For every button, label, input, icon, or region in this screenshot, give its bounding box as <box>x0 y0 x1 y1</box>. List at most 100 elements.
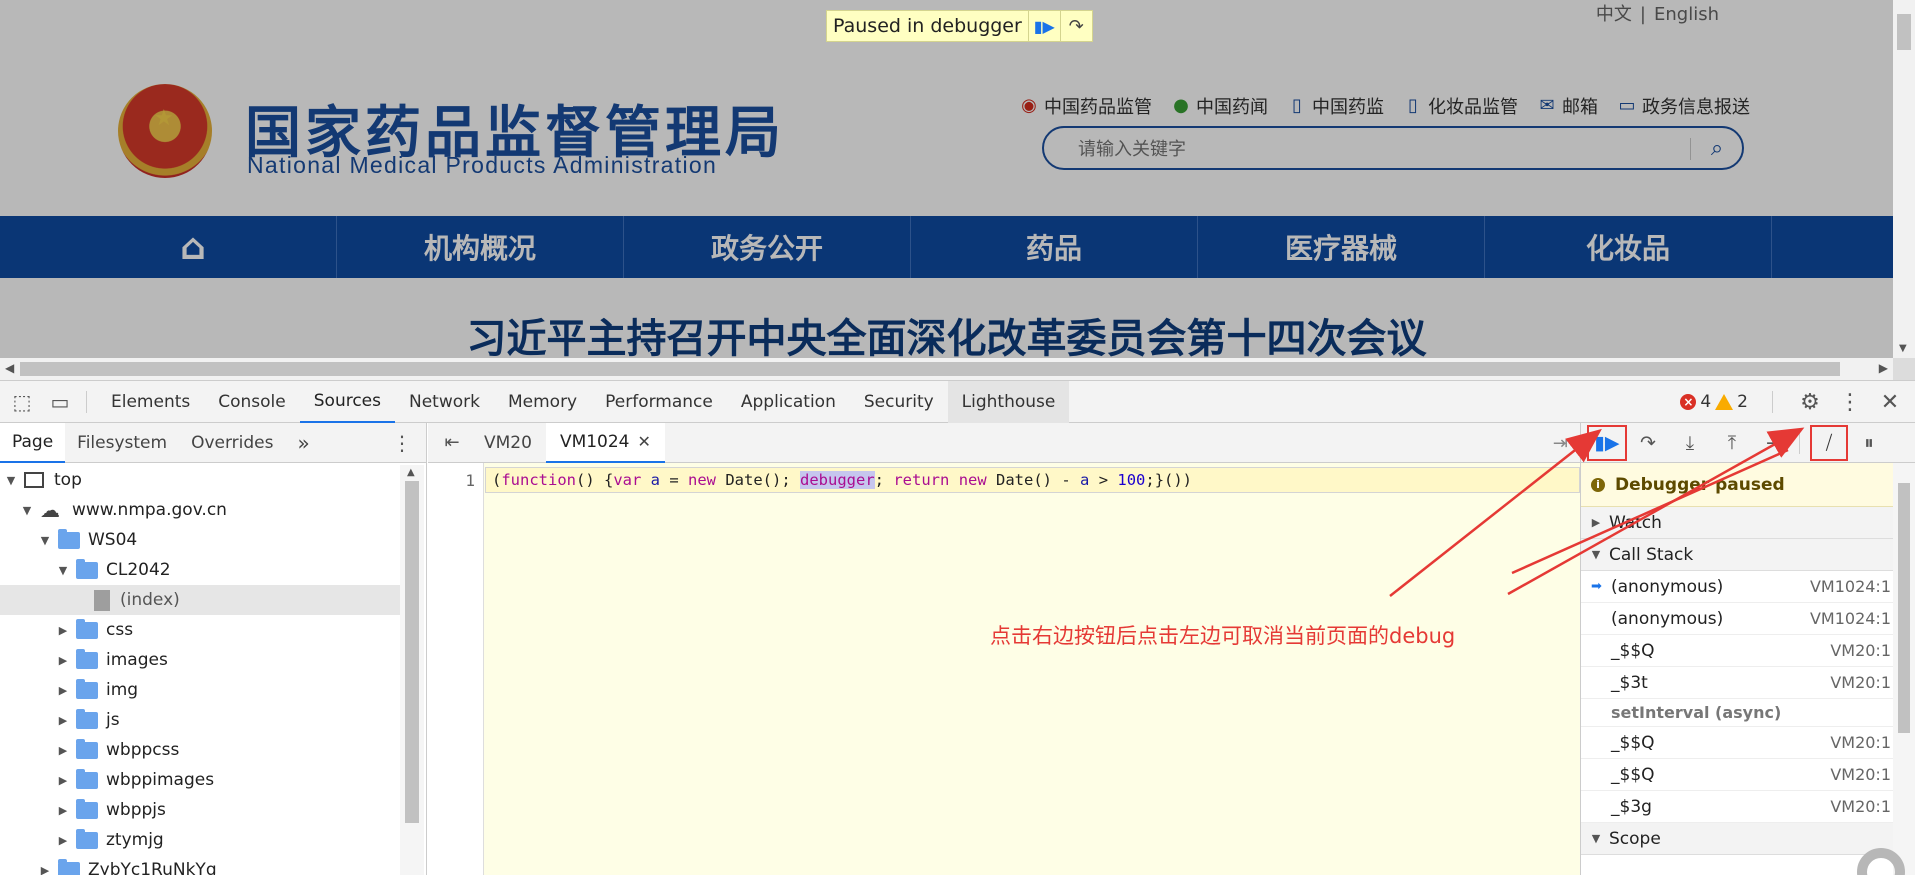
tree-item-folder[interactable]: ▶ wbppcss <box>0 735 400 765</box>
tab-lighthouse[interactable]: Lighthouse <box>947 380 1070 423</box>
tab-console[interactable]: Console <box>204 381 300 423</box>
triangle-down-icon[interactable]: ▼ <box>56 564 70 577</box>
tree-item-ws04[interactable]: ▼ WS04 <box>0 525 400 555</box>
deactivate-breakpoints-icon[interactable]: ⧸ <box>1810 424 1848 461</box>
frame-location[interactable]: VM20:1 <box>1830 765 1891 784</box>
error-icon: × <box>1680 394 1697 410</box>
section-watch[interactable]: ▶ Watch <box>1581 507 1915 539</box>
frame-location[interactable]: VM20:1 <box>1830 733 1891 752</box>
page-vertical-scrollbar[interactable]: ▼ <box>1893 0 1915 358</box>
inspect-element-icon[interactable]: ⬚ <box>6 386 38 418</box>
frame-location[interactable]: VM1024:1 <box>1810 609 1891 628</box>
tab-memory[interactable]: Memory <box>494 381 591 423</box>
kebab-menu-icon[interactable]: ⋮ <box>392 431 412 455</box>
step-over-icon[interactable]: ↷ <box>1627 423 1669 463</box>
scrollbar-thumb[interactable] <box>405 481 419 823</box>
call-frame[interactable]: _$3t VM20:1 <box>1581 667 1915 699</box>
page-horizontal-scrollbar[interactable]: ◀ ▶ <box>0 358 1893 380</box>
navigator-scrollbar[interactable]: ▲ <box>400 465 424 875</box>
toggle-navigator-icon[interactable]: ⇤ <box>434 432 470 453</box>
triangle-right-icon[interactable]: ▶ <box>56 654 70 667</box>
call-frame[interactable]: (anonymous) VM1024:1 <box>1581 603 1915 635</box>
step-into-icon[interactable]: ⤓ <box>1669 423 1711 463</box>
tab-sources[interactable]: Sources <box>299 381 395 423</box>
resume-icon[interactable]: ▮▶ <box>1027 11 1060 41</box>
tree-item-cl2042[interactable]: ▼ CL2042 <box>0 555 400 585</box>
toggle-debugger-icon[interactable]: ⇥ <box>1553 433 1568 454</box>
gear-icon[interactable]: ⚙ <box>1797 390 1823 415</box>
tab-elements[interactable]: Elements <box>97 381 204 423</box>
code-area[interactable]: 1 (function() {var a = new Date(); debug… <box>428 463 1580 875</box>
scroll-left-icon[interactable]: ◀ <box>5 361 14 375</box>
tree-item-domain[interactable]: ▼ ☁ www.nmpa.gov.cn <box>0 495 400 525</box>
close-icon[interactable]: ✕ <box>638 432 651 451</box>
issues-counter[interactable]: × 4 2 <box>1680 392 1748 412</box>
tab-security[interactable]: Security <box>850 381 948 423</box>
triangle-down-icon[interactable]: ▼ <box>20 504 34 517</box>
folder-icon <box>76 708 98 729</box>
resume-icon[interactable]: ▮▶ <box>1587 424 1627 461</box>
triangle-down-icon[interactable]: ▼ <box>38 534 52 547</box>
frame-name: (anonymous) <box>1611 608 1724 629</box>
tree-label: css <box>106 620 134 640</box>
tree-item-folder[interactable]: ▶ ztymjg <box>0 825 400 855</box>
devtools-panel: ⬚ ▭ Elements Console Sources Network Mem… <box>0 380 1915 875</box>
triangle-right-icon[interactable]: ▶ <box>56 684 70 697</box>
code-line-paused[interactable]: (function() {var a = new Date(); debugge… <box>485 467 1580 493</box>
section-call-stack[interactable]: ▼ Call Stack <box>1581 539 1915 571</box>
scrollbar-thumb[interactable] <box>1897 14 1911 50</box>
tab-overrides[interactable]: Overrides <box>179 423 285 463</box>
triangle-right-icon[interactable]: ▶ <box>38 864 52 875</box>
triangle-right-icon[interactable]: ▶ <box>56 714 70 727</box>
step-over-icon[interactable]: ↷ <box>1059 11 1092 41</box>
tree-item-folder[interactable]: ▶ wbppjs <box>0 795 400 825</box>
frame-location[interactable]: VM20:1 <box>1830 673 1891 692</box>
step-out-icon[interactable]: ⤒ <box>1711 423 1753 463</box>
tab-application[interactable]: Application <box>727 381 850 423</box>
pause-on-exceptions-icon[interactable]: ⏸ <box>1848 423 1890 463</box>
scroll-down-icon[interactable]: ▼ <box>1899 343 1907 354</box>
triangle-right-icon[interactable]: ▶ <box>56 624 70 637</box>
tree-item-top[interactable]: ▼ top <box>0 465 400 495</box>
scroll-up-icon[interactable]: ▲ <box>407 467 415 478</box>
triangle-down-icon[interactable]: ▼ <box>4 474 18 487</box>
tab-performance[interactable]: Performance <box>591 381 727 423</box>
tab-network[interactable]: Network <box>395 381 494 423</box>
tree-item-folder[interactable]: ▶ img <box>0 675 400 705</box>
call-frame[interactable]: _$$Q VM20:1 <box>1581 727 1915 759</box>
tree-item-folder[interactable]: ▶ ZybYc1RuNkYg <box>0 855 400 875</box>
line-gutter[interactable]: 1 <box>428 463 484 875</box>
tree-item-folder[interactable]: ▶ js <box>0 705 400 735</box>
call-frame[interactable]: _$$Q VM20:1 <box>1581 635 1915 667</box>
tab-page[interactable]: Page <box>0 422 66 463</box>
scrollbar-thumb[interactable] <box>1898 483 1910 733</box>
close-icon[interactable]: ✕ <box>1877 390 1903 415</box>
tab-filesystem[interactable]: Filesystem <box>65 423 179 463</box>
call-frame[interactable]: _$3g VM20:1 <box>1581 791 1915 823</box>
debugger-scrollbar[interactable] <box>1893 463 1915 875</box>
triangle-right-icon[interactable]: ▶ <box>56 804 70 817</box>
frame-location[interactable]: VM1024:1 <box>1810 577 1891 596</box>
more-tabs-icon[interactable]: » <box>285 423 321 463</box>
kebab-menu-icon[interactable]: ⋮ <box>1837 390 1863 415</box>
device-toolbar-icon[interactable]: ▭ <box>44 386 76 418</box>
frame-location[interactable]: VM20:1 <box>1830 797 1891 816</box>
call-frame[interactable]: _$$Q VM20:1 <box>1581 759 1915 791</box>
triangle-right-icon[interactable]: ▶ <box>56 774 70 787</box>
scrollbar-thumb[interactable] <box>20 362 1840 376</box>
editor-tab-vm20[interactable]: VM20 <box>470 423 546 463</box>
triangle-right-icon[interactable]: ▶ <box>56 744 70 757</box>
call-frame[interactable]: ➡ (anonymous) VM1024:1 <box>1581 571 1915 603</box>
step-icon[interactable]: → <box>1753 423 1795 463</box>
editor-tab-vm1024[interactable]: VM1024 ✕ <box>545 422 665 463</box>
tree-item-folder[interactable]: ▶ wbppimages <box>0 765 400 795</box>
code-token: () { <box>576 471 614 489</box>
triangle-right-icon[interactable]: ▶ <box>56 834 70 847</box>
tree-item-folder[interactable]: ▶ css <box>0 615 400 645</box>
editor-tabs: ⇤ VM20 VM1024 ✕ ⇥ <box>428 422 1580 463</box>
line-number[interactable]: 1 <box>465 471 475 490</box>
tree-item-index[interactable]: (index) <box>0 585 400 615</box>
frame-location[interactable]: VM20:1 <box>1830 641 1891 660</box>
tree-item-folder[interactable]: ▶ images <box>0 645 400 675</box>
scroll-right-icon[interactable]: ▶ <box>1879 361 1888 375</box>
